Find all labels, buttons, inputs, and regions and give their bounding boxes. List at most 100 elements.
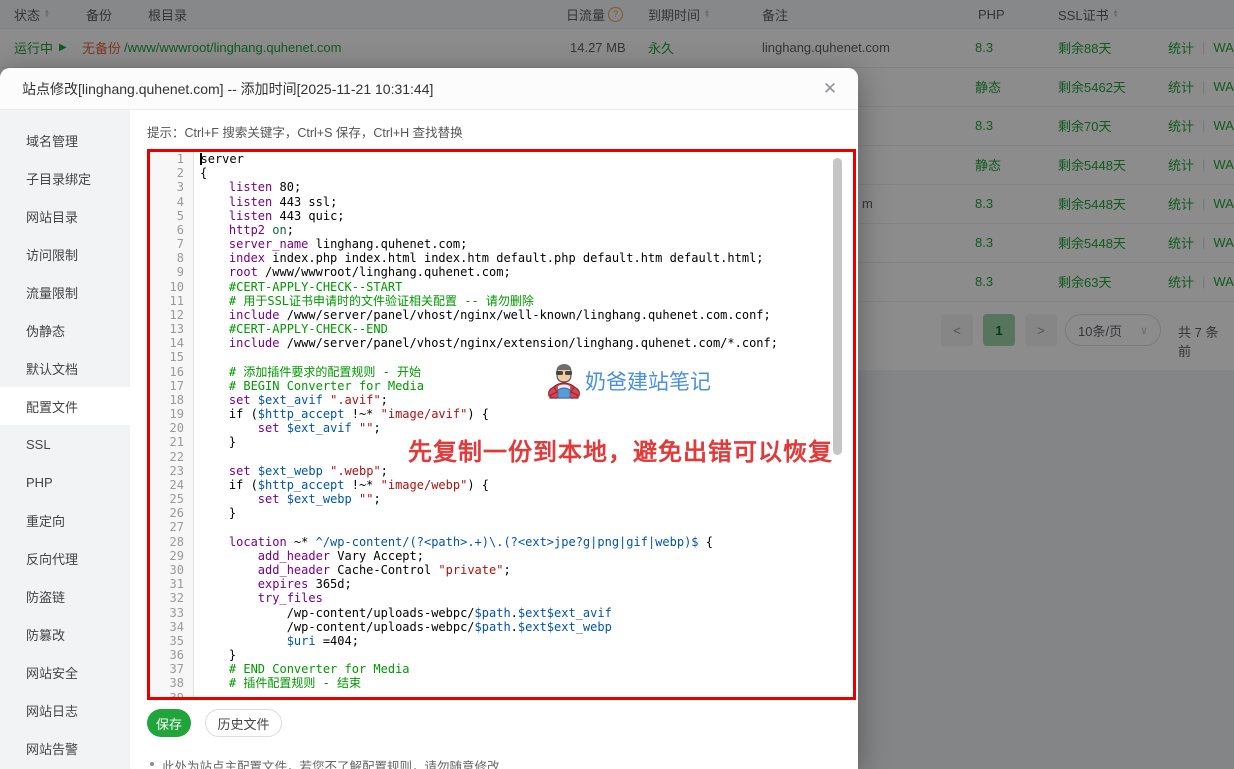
token: ) { <box>467 407 489 421</box>
code-line <box>194 691 853 700</box>
token: $http_accept <box>258 407 345 421</box>
code-line: # BEGIN Converter for Media <box>194 379 853 393</box>
sidebar-item-SSL[interactable]: SSL <box>0 425 130 463</box>
token: add_header <box>258 563 330 577</box>
token <box>200 251 229 265</box>
editor-code[interactable]: server{ listen 80; listen 443 ssl; liste… <box>194 152 853 697</box>
code-line <box>194 350 853 364</box>
sidebar-item-域名管理[interactable]: 域名管理 <box>0 121 130 159</box>
token <box>200 294 229 308</box>
line-number: 20 <box>150 421 193 435</box>
sidebar-item-网站目录[interactable]: 网站目录 <box>0 197 130 235</box>
token: try_files <box>258 591 323 605</box>
token: $path <box>475 606 511 620</box>
code-line: #CERT-APPLY-CHECK--END <box>194 322 853 336</box>
sidebar-item-网站告警[interactable]: 网站告警 <box>0 729 130 767</box>
token: if ( <box>200 407 258 421</box>
token: 80; <box>272 180 301 194</box>
token: # END Converter for Media <box>229 662 410 676</box>
code-line: expires 365d; <box>194 577 853 591</box>
line-number: 38 <box>150 676 193 690</box>
token: ^/wp-content/(?<path>.+)\.(?<ext>jpe?g|p… <box>316 535 699 549</box>
line-number: 26 <box>150 506 193 520</box>
token <box>200 195 229 209</box>
line-number: 31 <box>150 577 193 591</box>
sidebar-item-防篡改[interactable]: 防篡改 <box>0 615 130 653</box>
token <box>200 237 229 251</box>
line-number: 10 <box>150 280 193 294</box>
code-line: # 插件配置规则 - 结束 <box>194 676 853 690</box>
code-line: { <box>194 166 853 180</box>
line-number: 24 <box>150 478 193 492</box>
sidebar-item-网站日志[interactable]: 网站日志 <box>0 691 130 729</box>
line-number: 30 <box>150 563 193 577</box>
code-line: add_header Vary Accept; <box>194 549 853 563</box>
code-line: # 添加插件要求的配置规则 - 开始 <box>194 365 853 379</box>
token: } <box>200 435 236 449</box>
line-number: 12 <box>150 308 193 322</box>
line-number: 25 <box>150 492 193 506</box>
sidebar-item-流量限制[interactable]: 流量限制 <box>0 273 130 311</box>
sidebar-item-子目录绑定[interactable]: 子目录绑定 <box>0 159 130 197</box>
token <box>251 464 258 478</box>
token: http2 <box>229 223 265 237</box>
code-line: listen 80; <box>194 180 853 194</box>
line-number: 3 <box>150 180 193 194</box>
save-button[interactable]: 保存 <box>147 709 191 737</box>
code-line: listen 443 ssl; <box>194 195 853 209</box>
token: 443 quic; <box>272 209 344 223</box>
token: root <box>229 265 258 279</box>
token <box>279 492 286 506</box>
token: set <box>229 393 251 407</box>
line-number: 27 <box>150 520 193 534</box>
screen: 状态▲▼备份根目录日流量?到期时间▲▼备注PHPSSL证书▲▼ 运行中▶无备份/… <box>0 0 1234 769</box>
line-number: 35 <box>150 634 193 648</box>
token: expires <box>258 577 309 591</box>
sidebar-item-防盗链[interactable]: 防盗链 <box>0 577 130 615</box>
token: $ext_avif <box>287 421 352 435</box>
line-number: 29 <box>150 549 193 563</box>
sidebar-item-配置文件[interactable]: 配置文件 <box>0 387 130 425</box>
token: $uri <box>287 634 316 648</box>
code-line: index index.php index.html index.htm def… <box>194 251 853 265</box>
token: index <box>229 251 265 265</box>
bullet-icon <box>150 762 154 766</box>
token <box>200 662 229 676</box>
sidebar-item-伪静态[interactable]: 伪静态 <box>0 311 130 349</box>
sidebar-item-访问限制[interactable]: 访问限制 <box>0 235 130 273</box>
token <box>323 393 330 407</box>
token: . <box>511 606 518 620</box>
history-files-button[interactable]: 历史文件 <box>205 709 282 737</box>
token: !~* <box>345 478 381 492</box>
token <box>200 180 229 194</box>
line-number: 2 <box>150 166 193 180</box>
code-line: /wp-content/uploads-webpc/$path.$ext$ext… <box>194 606 853 620</box>
close-icon[interactable]: ✕ <box>819 78 841 100</box>
sidebar-item-PHP[interactable]: PHP <box>0 463 130 501</box>
token: location <box>229 535 287 549</box>
token: $ext_webp <box>287 492 352 506</box>
token: 365d; <box>308 577 351 591</box>
sidebar-item-重定向[interactable]: 重定向 <box>0 501 130 539</box>
line-number: 39 <box>150 691 193 700</box>
line-number: 11 <box>150 294 193 308</box>
sidebar-item-网站安全[interactable]: 网站安全 <box>0 653 130 691</box>
token: /wp-content/uploads-webpc/ <box>200 620 475 634</box>
token: $http_accept <box>258 478 345 492</box>
editor-scrollbar[interactable] <box>833 158 842 455</box>
token: 443 ssl; <box>272 195 337 209</box>
sidebar-item-反向代理[interactable]: 反向代理 <box>0 539 130 577</box>
token: /www/server/panel/vhost/nginx/well-known… <box>279 308 770 322</box>
config-editor[interactable]: 1234567891011121314151617181920212223242… <box>147 149 856 700</box>
code-line: set $ext_webp ""; <box>194 492 853 506</box>
line-number: 22 <box>150 450 193 464</box>
code-line: http2 on; <box>194 223 853 237</box>
dad-avatar-icon <box>545 362 583 400</box>
code-line: } <box>194 648 853 662</box>
footer-note-text: 此处为站点主配置文件，若您不了解配置规则，请勿随意修改 <box>162 756 500 769</box>
token: include <box>229 308 280 322</box>
line-number: 15 <box>150 350 193 364</box>
token <box>352 492 359 506</box>
sidebar-item-默认文档[interactable]: 默认文档 <box>0 349 130 387</box>
line-number: 1 <box>150 152 193 166</box>
